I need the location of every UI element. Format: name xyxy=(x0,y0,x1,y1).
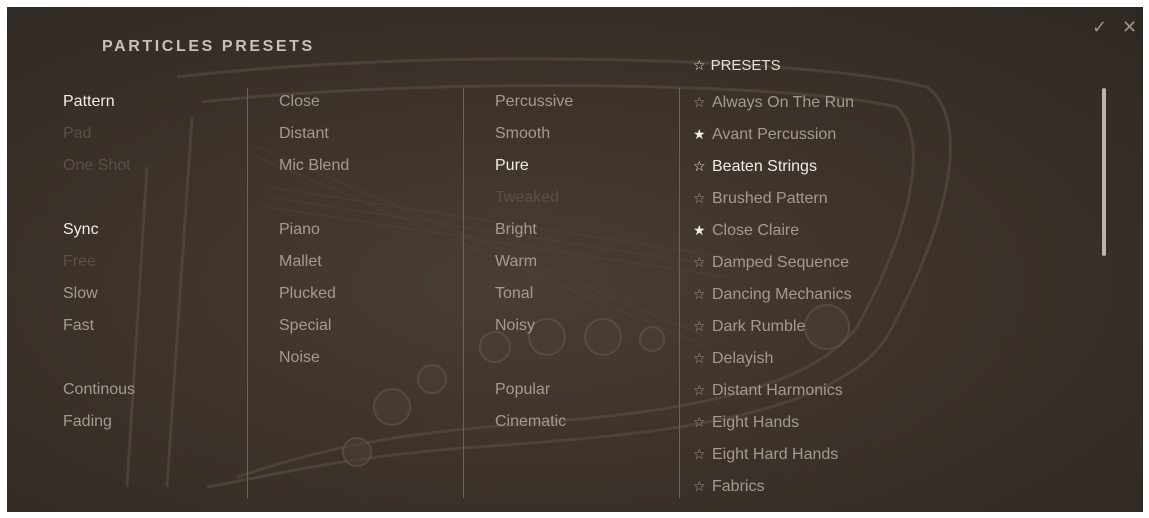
filter-option[interactable]: Distant xyxy=(279,124,329,144)
filter-option[interactable]: Mallet xyxy=(279,252,322,272)
filter-option: Free xyxy=(63,253,96,270)
preset-item[interactable]: ☆ Fabrics xyxy=(693,476,764,497)
filter-option[interactable]: Piano xyxy=(279,220,320,240)
star-outline-icon[interactable]: ☆ xyxy=(693,412,707,432)
preset-item[interactable]: ☆ Dark Rumble xyxy=(693,316,805,337)
filter-option: Tweaked xyxy=(495,189,560,206)
filter-option[interactable]: Fast xyxy=(63,316,94,336)
filter-option[interactable]: Close xyxy=(279,92,320,112)
preset-label: Close Claire xyxy=(712,222,800,239)
filter-option[interactable]: Pure xyxy=(495,156,529,176)
close-icon[interactable]: ✕ xyxy=(1122,18,1140,36)
preset-label: Fabrics xyxy=(712,478,765,495)
star-filled-icon[interactable]: ★ xyxy=(693,220,707,240)
preset-item[interactable]: ☆ Distant Harmonics xyxy=(693,380,843,401)
preset-item[interactable]: ☆ Eight Hands xyxy=(693,412,799,433)
star-outline-icon[interactable]: ☆ xyxy=(693,284,707,304)
filter-option[interactable]: Tonal xyxy=(495,284,533,304)
filter-option: Pad xyxy=(63,125,92,142)
filter-option[interactable]: Bright xyxy=(495,220,537,240)
filter-option[interactable]: Noisy xyxy=(495,316,535,336)
preset-label: Dark Rumble xyxy=(712,318,806,335)
filter-option[interactable]: Pattern xyxy=(63,92,115,112)
star-outline-icon[interactable]: ☆ xyxy=(693,476,707,496)
piano-background-art xyxy=(125,57,952,489)
preset-label: Always On The Run xyxy=(712,94,854,111)
preset-label: Brushed Pattern xyxy=(712,190,828,207)
preset-item[interactable]: ☆ Dancing Mechanics xyxy=(693,284,852,305)
preset-item[interactable]: ☆ Damped Sequence xyxy=(693,252,849,273)
filter-option[interactable]: Mic Blend xyxy=(279,156,349,176)
filter-option[interactable]: Noise xyxy=(279,348,320,368)
column-divider xyxy=(463,88,464,498)
panel-title: PARTICLES PRESETS xyxy=(102,38,315,55)
preset-item[interactable]: ★ Avant Percussion xyxy=(693,124,836,145)
presets-header[interactable]: ☆ PRESETS xyxy=(693,57,781,74)
star-outline-icon[interactable]: ☆ xyxy=(693,444,707,464)
particles-presets-panel: PARTICLES PRESETS Pattern Pad One Shot Sync… xyxy=(7,7,1143,512)
preset-item[interactable]: ☆ Brushed Pattern xyxy=(693,188,828,209)
column-divider xyxy=(247,88,248,498)
filter-option[interactable]: Popular xyxy=(495,380,550,400)
preset-label: Avant Percussion xyxy=(712,126,837,143)
preset-item[interactable]: ☆ Always On The Run xyxy=(693,92,854,113)
preset-label: Eight Hard Hands xyxy=(712,446,839,463)
filter-option[interactable]: Fading xyxy=(63,412,112,432)
column-divider xyxy=(679,88,680,498)
filter-option[interactable]: Cinematic xyxy=(495,412,566,432)
filter-option[interactable]: Continous xyxy=(63,380,135,400)
filter-option[interactable]: Warm xyxy=(495,252,537,272)
filter-option[interactable]: Plucked xyxy=(279,284,336,304)
preset-label: Eight Hands xyxy=(712,414,800,431)
preset-item[interactable]: ☆ Delayish xyxy=(693,348,773,369)
star-outline-icon[interactable]: ☆ xyxy=(693,348,707,368)
star-outline-icon[interactable]: ☆ xyxy=(693,252,707,272)
preset-label: Dancing Mechanics xyxy=(712,286,852,303)
presets-scrollbar[interactable] xyxy=(1102,88,1106,256)
star-outline-icon[interactable]: ☆ xyxy=(693,380,707,400)
star-outline-icon: ☆ xyxy=(693,57,706,73)
filter-option: One Shot xyxy=(63,157,131,174)
preset-item[interactable]: ★ Close Claire xyxy=(693,220,799,241)
preset-label: Beaten Strings xyxy=(712,158,817,175)
filter-option[interactable]: Special xyxy=(279,316,331,336)
preset-item[interactable]: ☆ Eight Hard Hands xyxy=(693,444,838,465)
filter-option[interactable]: Sync xyxy=(63,220,99,240)
filter-option[interactable]: Percussive xyxy=(495,92,573,112)
star-outline-icon[interactable]: ☆ xyxy=(693,156,707,176)
star-outline-icon[interactable]: ☆ xyxy=(693,92,707,112)
presets-header-label: PRESETS xyxy=(710,57,781,74)
preset-label: Distant Harmonics xyxy=(712,382,843,399)
star-outline-icon[interactable]: ☆ xyxy=(693,316,707,336)
preset-item[interactable]: ☆ Beaten Strings xyxy=(693,156,817,177)
star-outline-icon[interactable]: ☆ xyxy=(693,188,707,208)
filter-option[interactable]: Smooth xyxy=(495,124,550,144)
preset-label: Damped Sequence xyxy=(712,254,849,271)
star-filled-icon[interactable]: ★ xyxy=(693,124,707,144)
preset-label: Delayish xyxy=(712,350,774,367)
checkmark-icon[interactable]: ✓ xyxy=(1092,18,1110,36)
filter-option[interactable]: Slow xyxy=(63,284,98,304)
